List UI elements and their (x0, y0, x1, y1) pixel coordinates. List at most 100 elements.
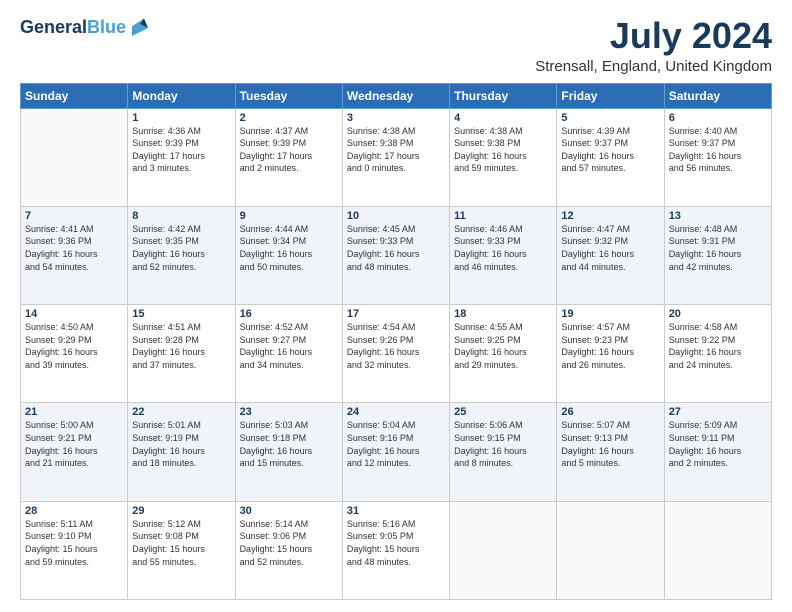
calendar-header-wednesday: Wednesday (342, 83, 449, 108)
day-number: 18 (454, 308, 552, 320)
calendar-cell (664, 501, 771, 599)
day-number: 17 (347, 308, 445, 320)
calendar-cell: 19Sunrise: 4:57 AM Sunset: 9:23 PM Dayli… (557, 305, 664, 403)
calendar-cell: 6Sunrise: 4:40 AM Sunset: 9:37 PM Daylig… (664, 108, 771, 206)
day-info: Sunrise: 4:44 AM Sunset: 9:34 PM Dayligh… (240, 223, 338, 273)
day-number: 24 (347, 406, 445, 418)
day-number: 9 (240, 210, 338, 222)
day-number: 29 (132, 505, 230, 517)
logo-text: GeneralBlue (20, 18, 126, 38)
day-info: Sunrise: 4:50 AM Sunset: 9:29 PM Dayligh… (25, 321, 123, 371)
day-number: 10 (347, 210, 445, 222)
day-number: 25 (454, 406, 552, 418)
day-info: Sunrise: 5:09 AM Sunset: 9:11 PM Dayligh… (669, 419, 767, 469)
day-info: Sunrise: 5:16 AM Sunset: 9:05 PM Dayligh… (347, 518, 445, 568)
calendar-cell: 12Sunrise: 4:47 AM Sunset: 9:32 PM Dayli… (557, 206, 664, 304)
day-info: Sunrise: 4:38 AM Sunset: 9:38 PM Dayligh… (347, 125, 445, 175)
day-info: Sunrise: 5:00 AM Sunset: 9:21 PM Dayligh… (25, 419, 123, 469)
day-info: Sunrise: 4:39 AM Sunset: 9:37 PM Dayligh… (561, 125, 659, 175)
calendar-cell: 24Sunrise: 5:04 AM Sunset: 9:16 PM Dayli… (342, 403, 449, 501)
day-info: Sunrise: 5:03 AM Sunset: 9:18 PM Dayligh… (240, 419, 338, 469)
day-info: Sunrise: 5:04 AM Sunset: 9:16 PM Dayligh… (347, 419, 445, 469)
day-info: Sunrise: 4:46 AM Sunset: 9:33 PM Dayligh… (454, 223, 552, 273)
calendar-cell (21, 108, 128, 206)
day-number: 6 (669, 112, 767, 124)
day-number: 2 (240, 112, 338, 124)
day-info: Sunrise: 4:51 AM Sunset: 9:28 PM Dayligh… (132, 321, 230, 371)
calendar-cell: 14Sunrise: 4:50 AM Sunset: 9:29 PM Dayli… (21, 305, 128, 403)
day-number: 4 (454, 112, 552, 124)
day-info: Sunrise: 4:55 AM Sunset: 9:25 PM Dayligh… (454, 321, 552, 371)
calendar-header-friday: Friday (557, 83, 664, 108)
day-number: 1 (132, 112, 230, 124)
day-info: Sunrise: 4:37 AM Sunset: 9:39 PM Dayligh… (240, 125, 338, 175)
calendar-cell: 27Sunrise: 5:09 AM Sunset: 9:11 PM Dayli… (664, 403, 771, 501)
calendar-cell: 3Sunrise: 4:38 AM Sunset: 9:38 PM Daylig… (342, 108, 449, 206)
day-number: 30 (240, 505, 338, 517)
calendar-cell: 15Sunrise: 4:51 AM Sunset: 9:28 PM Dayli… (128, 305, 235, 403)
day-number: 27 (669, 406, 767, 418)
day-number: 7 (25, 210, 123, 222)
calendar-week-row: 1Sunrise: 4:36 AM Sunset: 9:39 PM Daylig… (21, 108, 772, 206)
calendar-cell: 21Sunrise: 5:00 AM Sunset: 9:21 PM Dayli… (21, 403, 128, 501)
day-number: 14 (25, 308, 123, 320)
calendar-header-monday: Monday (128, 83, 235, 108)
day-number: 5 (561, 112, 659, 124)
calendar-week-row: 28Sunrise: 5:11 AM Sunset: 9:10 PM Dayli… (21, 501, 772, 599)
day-info: Sunrise: 5:12 AM Sunset: 9:08 PM Dayligh… (132, 518, 230, 568)
calendar-cell: 22Sunrise: 5:01 AM Sunset: 9:19 PM Dayli… (128, 403, 235, 501)
day-number: 26 (561, 406, 659, 418)
calendar-week-row: 14Sunrise: 4:50 AM Sunset: 9:29 PM Dayli… (21, 305, 772, 403)
day-number: 8 (132, 210, 230, 222)
calendar-cell: 31Sunrise: 5:16 AM Sunset: 9:05 PM Dayli… (342, 501, 449, 599)
day-number: 21 (25, 406, 123, 418)
calendar-cell: 5Sunrise: 4:39 AM Sunset: 9:37 PM Daylig… (557, 108, 664, 206)
day-info: Sunrise: 4:47 AM Sunset: 9:32 PM Dayligh… (561, 223, 659, 273)
day-number: 13 (669, 210, 767, 222)
calendar-header-tuesday: Tuesday (235, 83, 342, 108)
logo-icon (128, 16, 152, 40)
day-number: 11 (454, 210, 552, 222)
calendar-cell: 26Sunrise: 5:07 AM Sunset: 9:13 PM Dayli… (557, 403, 664, 501)
calendar-cell: 16Sunrise: 4:52 AM Sunset: 9:27 PM Dayli… (235, 305, 342, 403)
calendar-table: SundayMondayTuesdayWednesdayThursdayFrid… (20, 83, 772, 600)
calendar-cell: 29Sunrise: 5:12 AM Sunset: 9:08 PM Dayli… (128, 501, 235, 599)
day-number: 12 (561, 210, 659, 222)
day-number: 16 (240, 308, 338, 320)
header: GeneralBlue July 2024 Strensall, England… (20, 16, 772, 75)
main-title: July 2024 (535, 16, 772, 56)
subtitle: Strensall, England, United Kingdom (535, 58, 772, 75)
day-info: Sunrise: 4:42 AM Sunset: 9:35 PM Dayligh… (132, 223, 230, 273)
day-info: Sunrise: 5:14 AM Sunset: 9:06 PM Dayligh… (240, 518, 338, 568)
day-number: 3 (347, 112, 445, 124)
calendar-cell: 7Sunrise: 4:41 AM Sunset: 9:36 PM Daylig… (21, 206, 128, 304)
calendar-cell (557, 501, 664, 599)
day-number: 23 (240, 406, 338, 418)
calendar-header-row: SundayMondayTuesdayWednesdayThursdayFrid… (21, 83, 772, 108)
calendar-cell (450, 501, 557, 599)
day-info: Sunrise: 4:41 AM Sunset: 9:36 PM Dayligh… (25, 223, 123, 273)
day-info: Sunrise: 4:40 AM Sunset: 9:37 PM Dayligh… (669, 125, 767, 175)
title-block: July 2024 Strensall, England, United Kin… (535, 16, 772, 75)
calendar-header-thursday: Thursday (450, 83, 557, 108)
calendar-cell: 10Sunrise: 4:45 AM Sunset: 9:33 PM Dayli… (342, 206, 449, 304)
calendar-cell: 2Sunrise: 4:37 AM Sunset: 9:39 PM Daylig… (235, 108, 342, 206)
day-info: Sunrise: 5:06 AM Sunset: 9:15 PM Dayligh… (454, 419, 552, 469)
calendar-cell: 28Sunrise: 5:11 AM Sunset: 9:10 PM Dayli… (21, 501, 128, 599)
calendar-cell: 20Sunrise: 4:58 AM Sunset: 9:22 PM Dayli… (664, 305, 771, 403)
calendar-cell: 25Sunrise: 5:06 AM Sunset: 9:15 PM Dayli… (450, 403, 557, 501)
calendar-cell: 17Sunrise: 4:54 AM Sunset: 9:26 PM Dayli… (342, 305, 449, 403)
day-number: 22 (132, 406, 230, 418)
calendar-cell: 4Sunrise: 4:38 AM Sunset: 9:38 PM Daylig… (450, 108, 557, 206)
day-info: Sunrise: 5:01 AM Sunset: 9:19 PM Dayligh… (132, 419, 230, 469)
day-number: 20 (669, 308, 767, 320)
calendar-cell: 18Sunrise: 4:55 AM Sunset: 9:25 PM Dayli… (450, 305, 557, 403)
day-info: Sunrise: 4:45 AM Sunset: 9:33 PM Dayligh… (347, 223, 445, 273)
calendar-cell: 23Sunrise: 5:03 AM Sunset: 9:18 PM Dayli… (235, 403, 342, 501)
calendar-cell: 30Sunrise: 5:14 AM Sunset: 9:06 PM Dayli… (235, 501, 342, 599)
calendar-cell: 11Sunrise: 4:46 AM Sunset: 9:33 PM Dayli… (450, 206, 557, 304)
calendar-cell: 13Sunrise: 4:48 AM Sunset: 9:31 PM Dayli… (664, 206, 771, 304)
day-info: Sunrise: 4:57 AM Sunset: 9:23 PM Dayligh… (561, 321, 659, 371)
day-info: Sunrise: 4:54 AM Sunset: 9:26 PM Dayligh… (347, 321, 445, 371)
day-info: Sunrise: 4:38 AM Sunset: 9:38 PM Dayligh… (454, 125, 552, 175)
